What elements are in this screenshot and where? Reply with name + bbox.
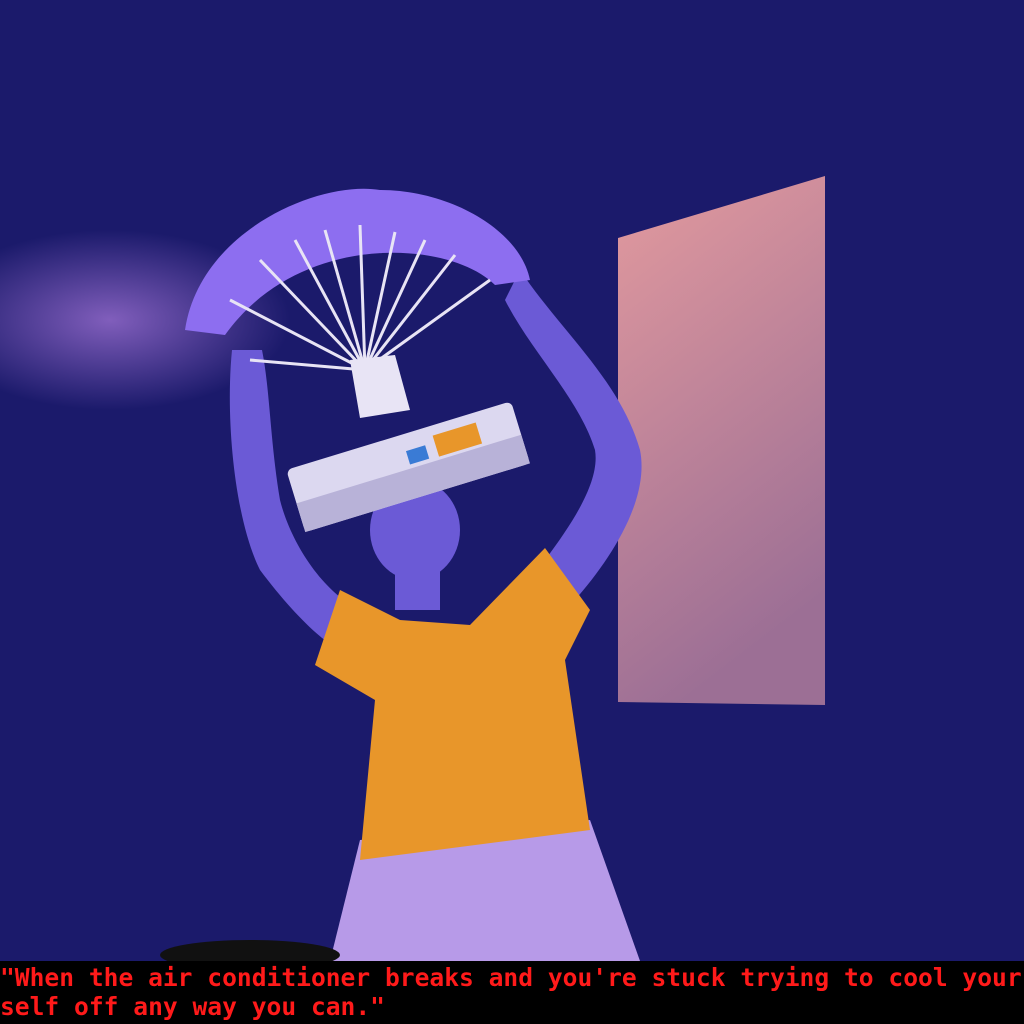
meme-caption: "When the air conditioner breaks and you…	[0, 961, 1024, 1024]
illustration	[0, 0, 1024, 961]
image-canvas: "When the air conditioner breaks and you…	[0, 0, 1024, 1024]
pink-panel	[618, 176, 825, 705]
